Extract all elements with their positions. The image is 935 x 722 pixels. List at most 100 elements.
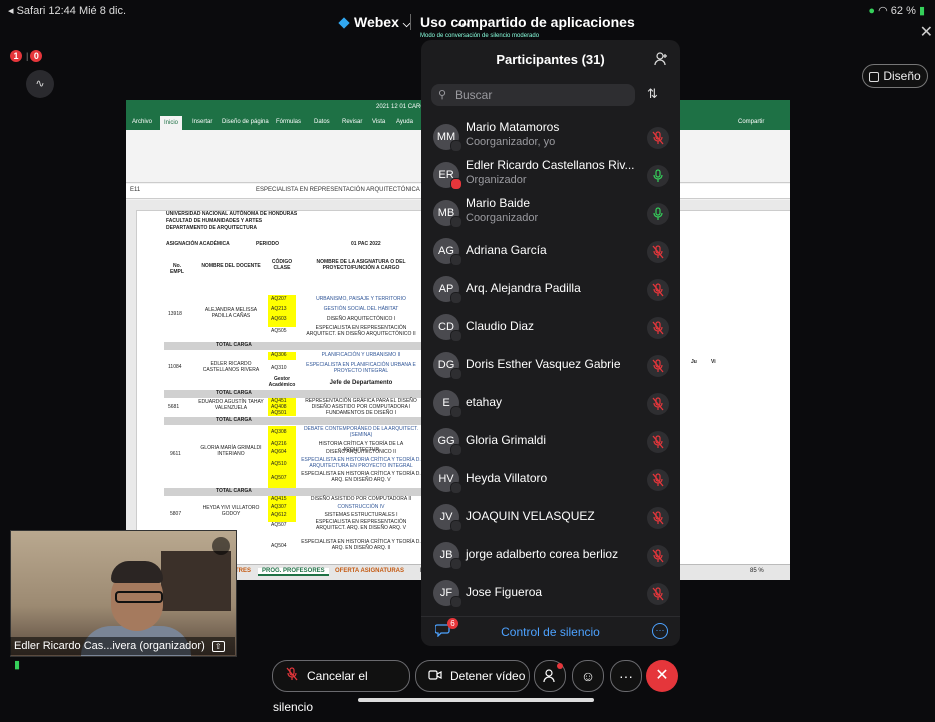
- participant-role: Coorganizador: [466, 212, 539, 224]
- sheet-periodo-value: 01 PAC 2022: [351, 241, 381, 247]
- end-call-button[interactable]: ✕: [646, 660, 678, 692]
- unmute-button[interactable]: Cancelar el silencio: [272, 660, 410, 714]
- excel-formula[interactable]: ESPECIALISTA EN REPRESENTACIÓN ARQUITECT…: [256, 187, 425, 193]
- recording-badge[interactable]: 0: [30, 50, 43, 62]
- invite-people-icon[interactable]: [654, 52, 668, 66]
- participant-row[interactable]: ER Edler Ricardo Castellanos Riv... Orga…: [421, 156, 680, 194]
- excel-tab[interactable]: Archivo: [132, 119, 152, 125]
- participant-row[interactable]: CD Claudio Diaz: [421, 308, 680, 346]
- participant-row[interactable]: MB Mario Baide Coorganizador: [421, 194, 680, 232]
- mic-muted-icon[interactable]: [647, 507, 669, 529]
- subject: ESPECIALISTA EN HISTORIA CRÍTICA Y TEORÍ…: [301, 457, 421, 469]
- employee-number: 9611: [170, 451, 181, 457]
- mic-muted-icon[interactable]: [647, 393, 669, 415]
- audio-wave-button[interactable]: ∿: [26, 70, 54, 98]
- mic-muted-icon[interactable]: [647, 545, 669, 567]
- mic-muted-icon[interactable]: [647, 317, 669, 339]
- sheet-periodo-label: PERIODO: [256, 241, 280, 247]
- participants-button[interactable]: [534, 660, 566, 692]
- more-button[interactable]: ···: [610, 660, 642, 692]
- mic-muted-icon[interactable]: [647, 431, 669, 453]
- mic-muted-icon[interactable]: [647, 279, 669, 301]
- excel-tab[interactable]: Insertar: [192, 119, 212, 125]
- excel-cell-ref[interactable]: E11: [130, 187, 140, 193]
- mic-active-icon[interactable]: [647, 165, 669, 187]
- avatar: JV: [433, 504, 462, 532]
- participant-row[interactable]: JF Jose Figueroa: [421, 574, 680, 612]
- video-person-hair: [111, 561, 163, 583]
- device-icon: [450, 292, 462, 304]
- mic-muted-icon[interactable]: [647, 469, 669, 491]
- divider: [410, 14, 411, 30]
- teacher-name: GLORIA MARÍA GRIMALDI INTERIANO: [200, 445, 262, 457]
- participants-header: Participantes (31): [421, 40, 680, 80]
- mic-muted-icon[interactable]: [647, 583, 669, 605]
- participant-search-input[interactable]: ⚲ Buscar: [431, 84, 635, 106]
- total-label: TOTAL CARGA: [216, 417, 252, 423]
- video-person-glasses: [115, 591, 163, 603]
- sheet-tab[interactable]: OFERTA ASIGNATURAS: [331, 568, 408, 574]
- more-options-icon[interactable]: ···: [652, 623, 668, 639]
- sort-icon[interactable]: ⇅: [647, 86, 658, 102]
- device-icon: [450, 406, 462, 418]
- participant-row[interactable]: AP Arq. Alejandra Padilla: [421, 270, 680, 308]
- mic-muted-icon[interactable]: [647, 127, 669, 149]
- device-icon: [450, 520, 462, 532]
- excel-tab[interactable]: Revisar: [342, 119, 362, 125]
- excel-tab[interactable]: Datos: [314, 119, 330, 125]
- device-icon: [450, 596, 462, 608]
- day-header: Vi: [711, 359, 716, 365]
- participant-row[interactable]: JV JOAQUIN VELASQUEZ: [421, 498, 680, 536]
- recording-indicator-icon: [450, 178, 462, 190]
- participant-role: Organizador: [466, 174, 527, 186]
- participant-name: Claudio Diaz: [466, 319, 535, 333]
- participant-name: Mario Baide: [466, 196, 531, 210]
- day-header: Ju: [691, 359, 697, 365]
- participant-name: Edler Ricardo Castellanos Riv...: [466, 158, 635, 172]
- subject: FUNDAMENTOS DE DISEÑO I: [325, 410, 397, 416]
- mute-control-link[interactable]: Control de silencio: [421, 625, 680, 639]
- webex-menu[interactable]: Webex ⌵: [338, 14, 410, 30]
- class-code: Gestor Académico: [268, 376, 296, 388]
- participants-alert-dot: [557, 663, 563, 669]
- reactions-button[interactable]: ☺: [572, 660, 604, 692]
- excel-tab-active[interactable]: Inicio: [160, 116, 183, 130]
- excel-tab[interactable]: Fórmulas: [276, 119, 301, 125]
- excel-row-headers: [126, 210, 137, 564]
- avatar: ER: [433, 162, 462, 190]
- participant-row[interactable]: DG Doris Esther Vasquez Gabrie: [421, 346, 680, 384]
- device-icon: [450, 444, 462, 456]
- mic-active-icon[interactable]: [647, 203, 669, 225]
- participant-row[interactable]: AG Adriana García: [421, 232, 680, 270]
- stop-video-label: Detener vídeo: [450, 669, 526, 683]
- mic-muted-icon[interactable]: [647, 241, 669, 263]
- participant-row[interactable]: HV Heyda Villatoro: [421, 460, 680, 498]
- mic-muted-icon[interactable]: [647, 355, 669, 377]
- col-header: No. EMPL: [170, 263, 184, 275]
- notification-badge[interactable]: 1: [10, 50, 22, 62]
- class-code: AQ213: [271, 306, 287, 312]
- subject: DISEÑO ASISTIDO POR COMPUTADORA II: [310, 496, 412, 502]
- class-code: AQ307: [271, 504, 287, 510]
- layout-button[interactable]: Diseño: [862, 64, 928, 88]
- excel-tab[interactable]: Ayuda: [396, 119, 413, 125]
- picture-in-picture-icon[interactable]: [212, 537, 230, 555]
- participant-name: Mario Matamoros: [466, 120, 560, 134]
- device-icon: [450, 482, 462, 494]
- class-code: AQ505: [271, 328, 287, 334]
- participant-row[interactable]: MM Mario Matamoros Coorganizador, yo: [421, 118, 680, 156]
- participant-row[interactable]: E etahay: [421, 384, 680, 422]
- excel-share[interactable]: Compartir: [738, 119, 764, 125]
- sheet-tab-active[interactable]: PROG. PROFESORES: [258, 568, 329, 576]
- participant-row[interactable]: GG Gloria Grimaldi: [421, 422, 680, 460]
- participant-row[interactable]: JB jorge adalberto corea berlioz: [421, 536, 680, 574]
- stop-video-button[interactable]: Detener vídeo: [415, 660, 530, 692]
- excel-tab[interactable]: Vista: [372, 119, 385, 125]
- total-row: [164, 342, 424, 350]
- close-icon[interactable]: ✕: [920, 22, 933, 42]
- participant-name: etahay: [466, 395, 503, 409]
- device-icon: [450, 330, 462, 342]
- excel-tab[interactable]: Diseño de página: [222, 119, 269, 125]
- total-label: TOTAL CARGA: [216, 390, 252, 396]
- zoom-level[interactable]: 85 %: [746, 568, 768, 574]
